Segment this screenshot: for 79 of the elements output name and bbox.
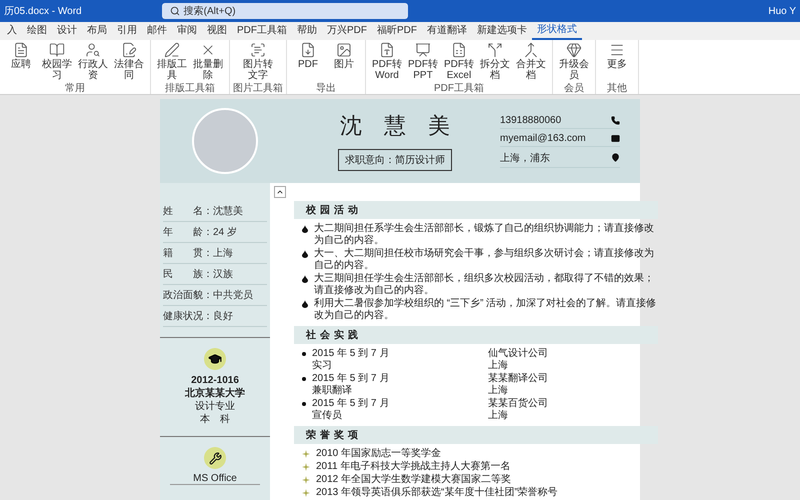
honor-text: 2010 年国家励志一等奖学金 [316, 448, 442, 460]
ribbon-tab[interactable]: 帮助 [292, 23, 322, 39]
ribbon-tab[interactable]: 入 [2, 23, 22, 39]
ribbon-button[interactable]: 排版工具 [154, 42, 190, 81]
ribbon-tab[interactable]: 视图 [202, 23, 232, 39]
activity-text: 大一、大二期间担任校市场研究会干事，参与组织多次研讨会；请直接修改为自己的内容。 [314, 248, 655, 272]
place-text: 上海 [488, 385, 509, 397]
ribbon-button[interactable]: PDF转Excel [441, 42, 477, 81]
honor-text: 2013 年领导英语俱乐部获选“某年度十佳社团”荣誉称号 [316, 487, 558, 499]
activity-text: 大二期间担任系学生会生活部部长，锻炼了自己的组织协调能力；请直接修改为自己的内容。 [314, 223, 655, 247]
date-text: 2015 年 5 到 7 月 [312, 348, 390, 360]
honor-text: 2012 年全国大学生数学建模大赛国家二等奖 [316, 474, 512, 486]
ribbon-button[interactable]: PDF转PPT [405, 42, 441, 81]
user-name[interactable]: Huo Y [768, 6, 796, 16]
ribbon-tab[interactable]: 绘图 [22, 23, 52, 39]
ribbon-button[interactable]: 图片转文字 [240, 42, 276, 81]
group-label: 图片工具箱 [233, 83, 283, 94]
ribbon-button[interactable]: 行政人资 [75, 42, 111, 81]
ribbon-button[interactable]: 更多 [599, 42, 635, 70]
ribbon-tab[interactable]: 设计 [52, 23, 82, 39]
ribbon-tab[interactable]: 邮件 [142, 23, 172, 39]
ribbon-button[interactable]: 图片 [326, 42, 362, 70]
group-label: 常用 [65, 83, 85, 94]
ribbon-tab[interactable]: 万兴PDF [322, 23, 372, 39]
profile-line: 年 龄：24 岁 [163, 222, 267, 243]
role-text: 实习 [312, 360, 333, 372]
ribbon-button[interactable]: 批量删除 [190, 42, 226, 81]
ribbon-tab[interactable]: 有道翻译 [422, 23, 472, 39]
ribbon-button[interactable]: 合并文档 [513, 42, 549, 81]
group-label: PDF工具箱 [434, 83, 484, 94]
group-label: 其他 [607, 83, 627, 94]
search-field[interactable]: 搜索(Alt+Q) [162, 3, 408, 19]
person-name: 沈慧美 [339, 112, 472, 140]
date-text: 2015 年 5 到 7 月 [312, 373, 390, 384]
ribbon-button[interactable]: 校园学习 [39, 42, 75, 81]
company-text: 仙气设计公司 [488, 348, 549, 360]
ribbon-tab[interactable]: 布局 [82, 23, 112, 39]
group-label: 会员 [564, 83, 584, 94]
company-text: 某某百货公司 [488, 398, 549, 410]
ribbon-button[interactable]: 法律合同 [111, 42, 147, 81]
school-name: 北京某某大学 [185, 387, 245, 400]
contact-text: myemail@163.com [500, 132, 586, 144]
profile-line: 姓 名：沈慧美 [163, 201, 267, 222]
section-heading: 校园活动 [294, 201, 658, 219]
contact-text: 13918880060 [500, 114, 562, 126]
ribbon-tab[interactable]: 引用 [112, 23, 142, 39]
ribbon-button[interactable]: 应聘 [3, 42, 39, 70]
ribbon-button[interactable]: PDF [290, 42, 326, 70]
date-text: 2015 年 5 到 7 月 [312, 398, 390, 410]
skill-text: MS Office [170, 473, 260, 485]
activity-text: 大三期间担任学生会生活部部长，组织多次校园活动，都取得了不错的效果；请直接修改为自己的内容。 [314, 273, 655, 297]
group-label: 导出 [316, 83, 336, 94]
section-heading: 社会实践 [294, 326, 658, 344]
education-years: 2012-1016 [191, 374, 239, 387]
company-text: 某某翻译公司 [488, 373, 549, 384]
degree-text: 本 科 [200, 413, 230, 426]
ribbon-tab[interactable]: 审阅 [172, 23, 202, 39]
role-text: 兼职翻译 [312, 385, 353, 397]
contact-text: 上海，浦东 [500, 152, 550, 164]
ribbon-tab[interactable]: PDF工具箱 [232, 23, 292, 39]
ribbon-button[interactable]: PDF转Word [369, 42, 405, 81]
profile-line: 政治面貌：中共党员 [163, 285, 267, 306]
activity-text: 利用大二暑假参加学校组织的 “三下乡” 活动，加深了对社会的了解。请直接修改为自己的内容。 [314, 298, 658, 322]
job-objective: 求职意向：简历设计师 [338, 149, 452, 171]
profile-line: 健康状况：良好 [163, 306, 267, 327]
major-text: 设计专业 [195, 400, 235, 413]
section-heading: 荣誉奖项 [294, 426, 658, 444]
role-text: 宣传员 [312, 410, 343, 422]
ribbon-button[interactable]: 升级会员 [556, 42, 592, 81]
place-text: 上海 [488, 410, 509, 422]
group-label: 排版工具箱 [165, 83, 215, 94]
place-text: 上海 [488, 360, 509, 372]
ribbon-tab[interactable]: 福昕PDF [372, 23, 422, 39]
ribbon-button[interactable]: 拆分文档 [477, 42, 513, 81]
ribbon-tab[interactable]: 新建选项卡 [472, 23, 532, 39]
honor-text: 2011 年电子科技大学挑战主持人大赛第一名 [316, 461, 510, 473]
profile-line: 籍 贯：上海 [163, 243, 267, 264]
profile-line: 民 族：汉族 [163, 264, 267, 285]
window-title: 历05.docx - Word [4, 5, 82, 18]
